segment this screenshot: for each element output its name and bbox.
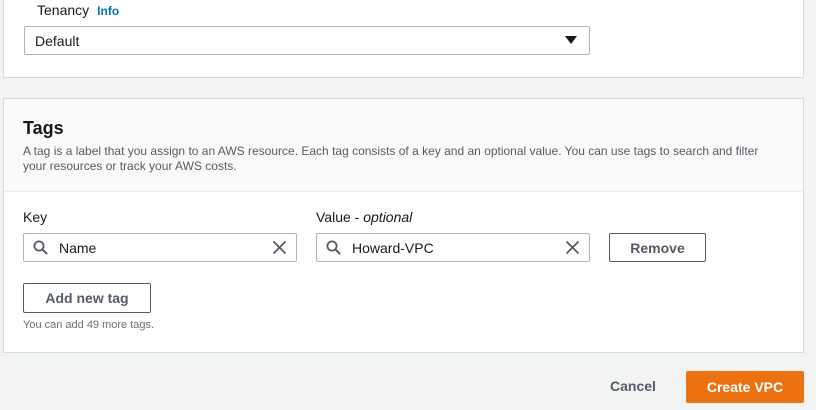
tags-panel: Tags A tag is a label that you assign to… (3, 98, 804, 353)
value-label-text: Value (316, 209, 351, 225)
tag-value-input[interactable]: Howard-VPC (316, 233, 590, 262)
tag-key-input[interactable]: Name (23, 233, 297, 262)
tenancy-label: Tenancy (37, 2, 90, 18)
tenancy-info-link[interactable]: Info (97, 4, 119, 18)
search-icon (33, 240, 48, 255)
create-vpc-button[interactable]: Create VPC (686, 371, 804, 403)
tags-title: Tags (23, 118, 64, 138)
cancel-button[interactable]: Cancel (605, 378, 661, 394)
tenancy-panel: Tenancy Info Default (3, 0, 804, 78)
remove-tag-button[interactable]: Remove (609, 233, 706, 262)
search-icon (326, 240, 341, 255)
key-label: Key (23, 209, 48, 225)
tags-remaining-hint: You can add 49 more tags. (23, 319, 155, 331)
clear-icon[interactable] (272, 240, 287, 255)
tenancy-label-row: Tenancy Info (37, 2, 119, 18)
tags-description: A tag is a label that you assign to an A… (23, 144, 759, 173)
tags-header: Tags A tag is a label that you assign to… (4, 99, 803, 192)
value-label: Value - optional (316, 209, 413, 225)
tag-value-value: Howard-VPC (352, 240, 434, 256)
tenancy-selected-value: Default (35, 33, 80, 49)
add-new-tag-button[interactable]: Add new tag (23, 283, 151, 313)
tag-key-value: Name (59, 240, 97, 256)
caret-down-icon (565, 36, 577, 44)
tenancy-select[interactable]: Default (24, 26, 590, 55)
value-optional-text: optional (363, 209, 413, 225)
clear-icon[interactable] (565, 240, 580, 255)
